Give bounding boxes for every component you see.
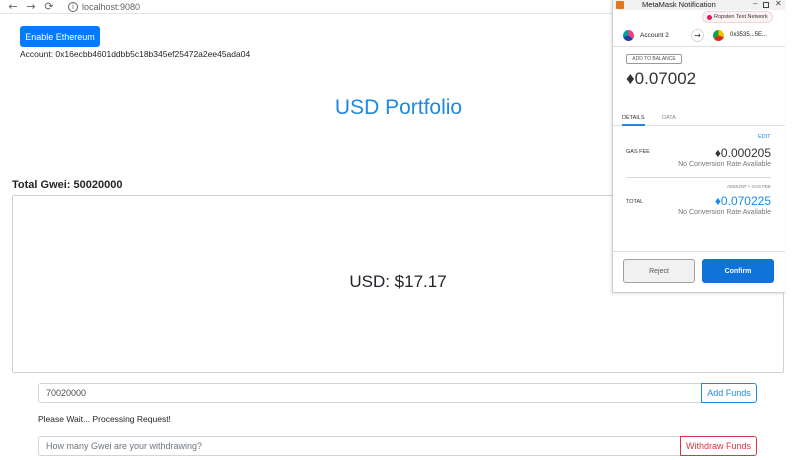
- status-message: Please Wait... Processing Request!: [38, 414, 171, 424]
- to-address: 0x3535...5E...: [730, 32, 768, 38]
- metamask-window-title: MetaMask Notification: [642, 0, 716, 9]
- withdraw-funds-button[interactable]: Withdraw Funds: [680, 436, 757, 456]
- gas-fee-label: GAS FEE: [626, 149, 650, 155]
- forward-arrow-icon[interactable]: →: [24, 0, 38, 14]
- transaction-amount: ♦0.07002: [626, 69, 697, 88]
- from-account-name: Account 2: [640, 32, 669, 39]
- network-status-dot-icon: [707, 15, 712, 20]
- maximize-icon[interactable]: [763, 2, 769, 8]
- add-funds-input[interactable]: [38, 383, 702, 403]
- address-bar[interactable]: localhost:9080: [82, 0, 140, 14]
- minimize-icon[interactable]: –: [753, 0, 757, 8]
- footer-divider: [613, 251, 785, 252]
- info-icon[interactable]: i: [68, 2, 78, 12]
- reject-button[interactable]: Reject: [623, 259, 695, 283]
- reload-icon[interactable]: ⟳: [42, 0, 56, 14]
- metamask-notification-window: MetaMask Notification – ✕ Ropsten Test N…: [612, 0, 785, 293]
- confirm-button[interactable]: Confirm: [702, 259, 774, 283]
- metamask-fox-icon: [616, 1, 624, 9]
- edit-gas-link[interactable]: EDIT: [758, 134, 771, 140]
- divider: [626, 177, 771, 178]
- total-caption: AMOUNT + GAS FEE: [726, 184, 771, 189]
- arrow-right-icon: →: [691, 29, 704, 42]
- gas-fee-value: ♦0.000205: [714, 146, 771, 160]
- withdraw-input[interactable]: [38, 436, 681, 456]
- total-conversion-note: No Conversion Rate Available: [678, 209, 771, 216]
- total-label: TOTAL: [626, 199, 644, 205]
- add-to-balance-button[interactable]: ADD TO BALANCE: [626, 54, 682, 64]
- add-funds-button[interactable]: Add Funds: [701, 383, 757, 403]
- tab-data[interactable]: DATA: [662, 113, 676, 126]
- from-account-avatar: [623, 30, 634, 41]
- total-value: ♦0.070225: [714, 194, 771, 208]
- back-arrow-icon[interactable]: ←: [6, 0, 20, 14]
- gas-fee-conversion-note: No Conversion Rate Available: [678, 161, 771, 168]
- to-account-avatar: [713, 30, 724, 41]
- network-badge[interactable]: Ropsten Test Network: [702, 11, 773, 23]
- close-icon[interactable]: ✕: [775, 0, 782, 8]
- total-gwei: Total Gwei: 50020000: [12, 179, 123, 191]
- tab-details[interactable]: DETAILS: [622, 113, 645, 126]
- account-address: Account: 0x16ecbb4601ddbb5c18b345ef25472…: [20, 49, 251, 59]
- enable-ethereum-button[interactable]: Enable Ethereum: [20, 26, 100, 47]
